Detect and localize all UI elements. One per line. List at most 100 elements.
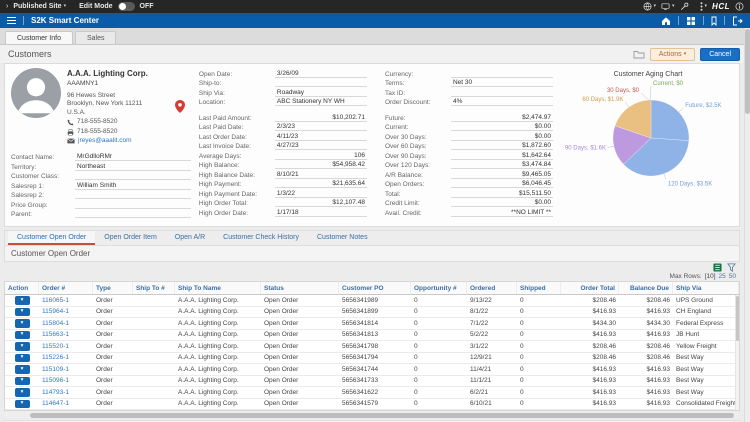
row-action-button[interactable]: ▾: [14, 296, 30, 305]
pie-label-30-days: 30 Days, $0: [607, 88, 640, 94]
table-cell: 0: [414, 296, 418, 304]
row-action-button[interactable]: ▾: [14, 342, 30, 351]
actions-button[interactable]: Actions ▾: [649, 47, 696, 61]
field-value: $12,107.48: [274, 199, 367, 207]
column-header-order-[interactable]: Order #: [39, 282, 93, 294]
field-row: Credit Limit: $0.00: [385, 198, 553, 207]
table-cell: 0: [520, 296, 524, 304]
address-line3: U.S.A.: [67, 109, 86, 117]
devices-icon[interactable]: ▾: [661, 2, 675, 11]
home-icon[interactable]: [661, 16, 671, 26]
tab-customer-info[interactable]: Customer Info: [5, 31, 73, 44]
column-header-ship-via[interactable]: Ship Via: [673, 282, 739, 294]
field-row: High Payment: $21,635.64: [199, 179, 367, 188]
toggle-knob: [118, 3, 126, 10]
folder-icon[interactable]: [633, 49, 645, 59]
more-menu[interactable]: ▾: [700, 2, 707, 11]
page-vertical-scrollbar[interactable]: [744, 28, 750, 422]
excel-export-icon[interactable]: [713, 263, 722, 272]
admin-toolbar: › Published Site ▾ Edit Mode OFF ▾ ▾ ▾ H…: [0, 0, 750, 13]
row-action-button[interactable]: ▾: [14, 399, 30, 409]
column-header-action[interactable]: Action: [5, 282, 39, 294]
field-label: Current:: [384, 124, 409, 131]
column-header-balance-due[interactable]: Balance Due: [619, 282, 673, 294]
column-header-customer-po[interactable]: Customer PO: [339, 282, 411, 294]
order-number-link[interactable]: 115520-1: [39, 343, 93, 350]
max-rows-option-50[interactable]: 50: [729, 273, 736, 280]
table-cell: Order: [96, 365, 113, 373]
row-action-button[interactable]: ▾: [14, 388, 30, 397]
table-vertical-scrollbar[interactable]: [735, 295, 739, 410]
field-label: Avail. Credit:: [384, 209, 422, 217]
apps-grid-icon[interactable]: [686, 16, 696, 26]
tab-sales[interactable]: Sales: [74, 31, 117, 44]
table-horizontal-scrollbar[interactable]: [4, 412, 740, 418]
max-rows-option-25[interactable]: 25: [719, 273, 726, 280]
field-label: High Balance Date:: [198, 171, 255, 179]
order-number-link[interactable]: 115109-1: [39, 366, 93, 373]
subtab-open-a-r[interactable]: Open A/R: [166, 231, 214, 245]
edit-mode-toggle[interactable]: [117, 2, 135, 11]
order-number-link[interactable]: 115096-1: [39, 377, 93, 384]
vscroll-thumb[interactable]: [744, 29, 750, 114]
row-action-button[interactable]: ▾: [14, 319, 30, 328]
row-action-button[interactable]: ▾: [14, 330, 30, 340]
email-link[interactable]: jreyes@aaalit.com: [78, 137, 132, 146]
subtab-open-order-item[interactable]: Open Order Item: [95, 231, 166, 245]
field-row: High Balance: $54,958.42: [199, 160, 367, 169]
order-number-link[interactable]: 115226-1: [39, 354, 93, 361]
column-header-shipped[interactable]: Shipped: [517, 282, 561, 294]
order-number-link[interactable]: 116065-1: [39, 297, 93, 304]
field-row: Avail. Credit: **NO LIMIT **: [385, 207, 553, 217]
chevron-down-icon: ▾: [63, 3, 67, 9]
row-action-button[interactable]: ▾: [14, 365, 30, 374]
field-row: Total: $15,511.50: [385, 188, 553, 198]
order-number-link[interactable]: 114647-1: [39, 400, 93, 407]
row-action-button[interactable]: ▾: [14, 376, 30, 386]
table-cell: 0: [520, 319, 524, 327]
column-header-ship-to-name[interactable]: Ship To Name: [175, 282, 261, 294]
subtab-customer-check-history[interactable]: Customer Check History: [214, 231, 308, 245]
row-action-button[interactable]: ▾: [14, 307, 30, 317]
published-site-menu[interactable]: Published Site ▾: [13, 3, 66, 10]
column-header-opportunity-[interactable]: Opportunity #: [411, 282, 467, 294]
order-number-link[interactable]: 115663-1: [39, 331, 93, 338]
column-header-ship-to-[interactable]: Ship To #: [133, 282, 175, 294]
subtab-customer-notes[interactable]: Customer Notes: [308, 231, 377, 245]
field-value: 4%: [450, 98, 553, 106]
expand-chevron-icon[interactable]: ›: [6, 3, 8, 10]
table-cell: 5656341899: [342, 308, 379, 316]
column-header-status[interactable]: Status: [261, 282, 339, 294]
cancel-button[interactable]: Cancel: [700, 47, 740, 61]
table-cell: Yellow Freight: [676, 342, 717, 350]
order-number-link[interactable]: 115964-1: [39, 308, 93, 315]
table-cell: $208.46: [646, 296, 671, 304]
pie-label-future: Future, $2.5K: [685, 103, 721, 109]
field-value: $0.00: [450, 123, 553, 131]
order-number-link[interactable]: 114793-1: [39, 389, 93, 396]
globe-icon[interactable]: ▾: [643, 2, 656, 11]
pie-label-120-days: 120 Days, $3.5K: [668, 181, 712, 187]
hamburger-menu-icon[interactable]: [7, 16, 16, 25]
customer-field-list: Contact Name: MrGdlloRMr Territory: Northea…: [11, 152, 191, 219]
table-cell: 0: [414, 354, 418, 362]
table-cell: $208.46: [646, 342, 671, 350]
row-action-button[interactable]: ▾: [14, 353, 30, 363]
map-pin-icon[interactable]: [174, 100, 185, 113]
logout-icon[interactable]: [732, 16, 743, 26]
max-rows-option-10[interactable]: [10]: [705, 273, 716, 280]
hscroll-thumb[interactable]: [30, 412, 734, 418]
order-number-link[interactable]: 115804-1: [39, 320, 93, 327]
field-label: Last Paid Date:: [198, 124, 244, 131]
field-label: High Order Date:: [198, 209, 249, 217]
table-cell: 5656341744: [342, 365, 379, 373]
info-icon[interactable]: [735, 2, 744, 11]
filter-icon[interactable]: [727, 263, 736, 272]
field-value: 4/27/23: [274, 142, 367, 150]
bookmark-icon[interactable]: [711, 16, 717, 26]
wrench-icon[interactable]: [680, 2, 689, 11]
column-header-ordered[interactable]: Ordered: [467, 282, 517, 294]
column-header-order-total[interactable]: Order Total: [561, 282, 619, 294]
subtab-customer-open-order[interactable]: Customer Open Order: [8, 231, 96, 245]
column-header-type[interactable]: Type: [93, 282, 133, 294]
